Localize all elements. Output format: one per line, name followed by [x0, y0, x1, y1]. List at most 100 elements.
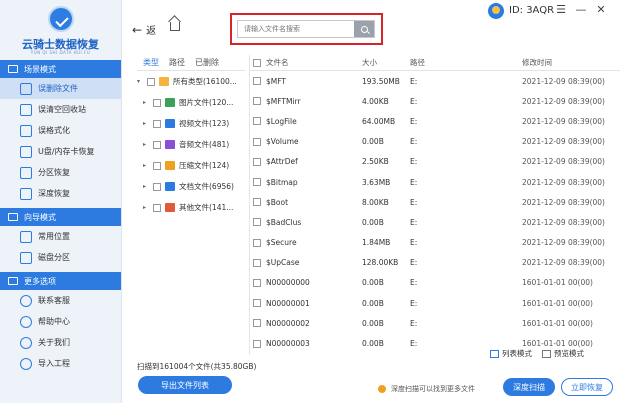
deep-scan-button[interactable]: 深度扫描 — [503, 378, 555, 396]
table-row[interactable]: $LogFile 64.00MB E: 2021-12-09 08:39(00) — [250, 111, 620, 131]
row-checkbox[interactable] — [253, 299, 261, 308]
expand-icon[interactable]: ▾ — [137, 78, 143, 85]
tree-item[interactable]: ▾ 所有类型(16100... — [137, 71, 245, 92]
export-list-button[interactable]: 导出文件列表 — [138, 376, 232, 394]
file-size: 4.00KB — [362, 96, 389, 106]
select-all-checkbox[interactable] — [253, 58, 261, 67]
tree-checkbox[interactable] — [153, 140, 161, 149]
file-time: 2021-12-09 08:39(00) — [522, 137, 605, 147]
user-id: ID: 3AQR — [509, 5, 555, 16]
tree-item[interactable]: ▸ 图片文件(120... — [137, 92, 245, 113]
table-row[interactable]: $MFT 193.50MB E: 2021-12-09 08:39(00) — [250, 71, 620, 91]
file-path: E: — [410, 157, 418, 167]
row-checkbox[interactable] — [253, 198, 261, 207]
tab-path[interactable]: 路径 — [169, 57, 185, 68]
sidebar-item[interactable]: 误格式化 — [0, 120, 121, 141]
collapse-icon[interactable]: ▸ — [143, 120, 149, 127]
user-avatar-icon[interactable] — [488, 3, 504, 19]
row-checkbox[interactable] — [253, 319, 261, 328]
search-input[interactable] — [238, 21, 354, 37]
row-checkbox[interactable] — [253, 178, 261, 187]
row-checkbox[interactable] — [253, 238, 261, 247]
table-row[interactable]: $Bitmap 3.63MB E: 2021-12-09 08:39(00) — [250, 172, 620, 192]
tree-item-label: 其他文件(141... — [179, 203, 234, 212]
collapse-icon[interactable]: ▸ — [143, 141, 149, 148]
tab-deleted[interactable]: 已删除 — [195, 57, 219, 68]
table-row[interactable]: N00000002 0.00B E: 1601-01-01 00(00) — [250, 313, 620, 333]
close-icon[interactable]: ✕ — [594, 3, 608, 16]
table-row[interactable]: $Secure 1.84MB E: 2021-12-09 08:39(00) — [250, 233, 620, 253]
file-type-icon — [165, 140, 175, 149]
col-time-header[interactable]: 修改时间 — [500, 57, 620, 68]
tree-item[interactable]: ▸ 视频文件(123) — [137, 113, 245, 134]
menu-item-icon — [20, 103, 32, 116]
tree-item[interactable]: ▸ 压缩文件(124) — [137, 155, 245, 176]
recover-now-button[interactable]: 立即恢复 — [561, 378, 613, 396]
sidebar-item[interactable]: 磁盘分区 — [0, 247, 121, 268]
sidebar-item[interactable]: 导入工程 — [0, 353, 121, 374]
collapse-icon[interactable]: ▸ — [143, 204, 149, 211]
tree-item[interactable]: ▸ 音频文件(481) — [137, 134, 245, 155]
preview-mode-label: 预览模式 — [554, 349, 584, 358]
sidebar-item[interactable]: 帮助中心 — [0, 311, 121, 332]
row-checkbox[interactable] — [253, 157, 261, 166]
home-icon[interactable] — [170, 22, 180, 31]
row-checkbox[interactable] — [253, 77, 261, 86]
row-checkbox[interactable] — [253, 278, 261, 287]
tree-checkbox[interactable] — [153, 98, 161, 107]
row-checkbox[interactable] — [253, 218, 261, 227]
col-path-header[interactable]: 路径 — [410, 57, 500, 68]
section-label: 向导模式 — [24, 212, 56, 222]
search-button[interactable] — [354, 21, 374, 37]
sidebar-item[interactable]: 分区恢复 — [0, 162, 121, 183]
row-checkbox[interactable] — [253, 137, 261, 146]
scan-status: 扫描到161004个文件(共35.80GB) — [137, 362, 257, 371]
file-name: $BadClus — [266, 217, 302, 227]
collapse-icon[interactable]: ▸ — [143, 162, 149, 169]
table-row[interactable]: $BadClus 0.00B E: 2021-12-09 08:39(00) — [250, 212, 620, 232]
tree-checkbox[interactable] — [147, 77, 155, 86]
tree-item[interactable]: ▸ 其他文件(141... — [137, 197, 245, 218]
collapse-icon[interactable]: ▸ — [143, 183, 149, 190]
tab-type[interactable]: 类型 — [143, 57, 159, 68]
table-row[interactable]: $AttrDef 2.50KB E: 2021-12-09 08:39(00) — [250, 152, 620, 172]
preview-mode-toggle[interactable]: 预览模式 — [542, 348, 584, 359]
sidebar-item[interactable]: 常用位置 — [0, 226, 121, 247]
col-size-header[interactable]: 大小 — [362, 57, 410, 68]
row-checkbox[interactable] — [253, 97, 261, 106]
minimize-icon[interactable]: — — [574, 3, 588, 16]
table-row[interactable]: $Boot 8.00KB E: 2021-12-09 08:39(00) — [250, 192, 620, 212]
sidebar-item-label: U盘/内存卡恢复 — [38, 147, 95, 156]
tree-checkbox[interactable] — [153, 119, 161, 128]
sidebar-item[interactable]: U盘/内存卡恢复 — [0, 141, 121, 162]
sidebar-item[interactable]: 关于我们 — [0, 332, 121, 353]
file-name: N00000002 — [266, 318, 310, 328]
collapse-icon[interactable]: ▸ — [143, 99, 149, 106]
table-row[interactable]: N00000000 0.00B E: 1601-01-01 00(00) — [250, 273, 620, 293]
file-path: E: — [410, 137, 418, 147]
menu-icon[interactable]: ☰ — [554, 3, 568, 16]
file-type-icon — [165, 161, 175, 170]
tree-checkbox[interactable] — [153, 182, 161, 191]
row-checkbox[interactable] — [253, 117, 261, 126]
file-path: E: — [410, 177, 418, 187]
list-mode-toggle[interactable]: 列表模式 — [490, 348, 532, 359]
tree-checkbox[interactable] — [153, 203, 161, 212]
tree-checkbox[interactable] — [153, 161, 161, 170]
table-row[interactable]: $Volume 0.00B E: 2021-12-09 08:39(00) — [250, 132, 620, 152]
col-name-header[interactable]: 文件名 — [264, 57, 362, 68]
sidebar-item[interactable]: 深度恢复 — [0, 183, 121, 204]
sidebar-item-label: 磁盘分区 — [38, 253, 70, 262]
table-row[interactable]: N00000001 0.00B E: 1601-01-01 00(00) — [250, 293, 620, 313]
section-icon — [8, 213, 18, 221]
sidebar-item-label: 误删除文件 — [38, 84, 78, 93]
sidebar-item[interactable]: 误清空回收站 — [0, 99, 121, 120]
tree-item[interactable]: ▸ 文档文件(6956) — [137, 176, 245, 197]
table-row[interactable]: $MFTMirr 4.00KB E: 2021-12-09 08:39(00) — [250, 91, 620, 111]
row-checkbox[interactable] — [253, 339, 261, 348]
row-checkbox[interactable] — [253, 258, 261, 267]
back-button[interactable]: ← 返 — [132, 22, 156, 38]
table-row[interactable]: $UpCase 128.00KB E: 2021-12-09 08:39(00) — [250, 253, 620, 273]
sidebar-item[interactable]: 误删除文件 — [0, 78, 121, 99]
sidebar-item[interactable]: 联系客服 — [0, 290, 121, 311]
